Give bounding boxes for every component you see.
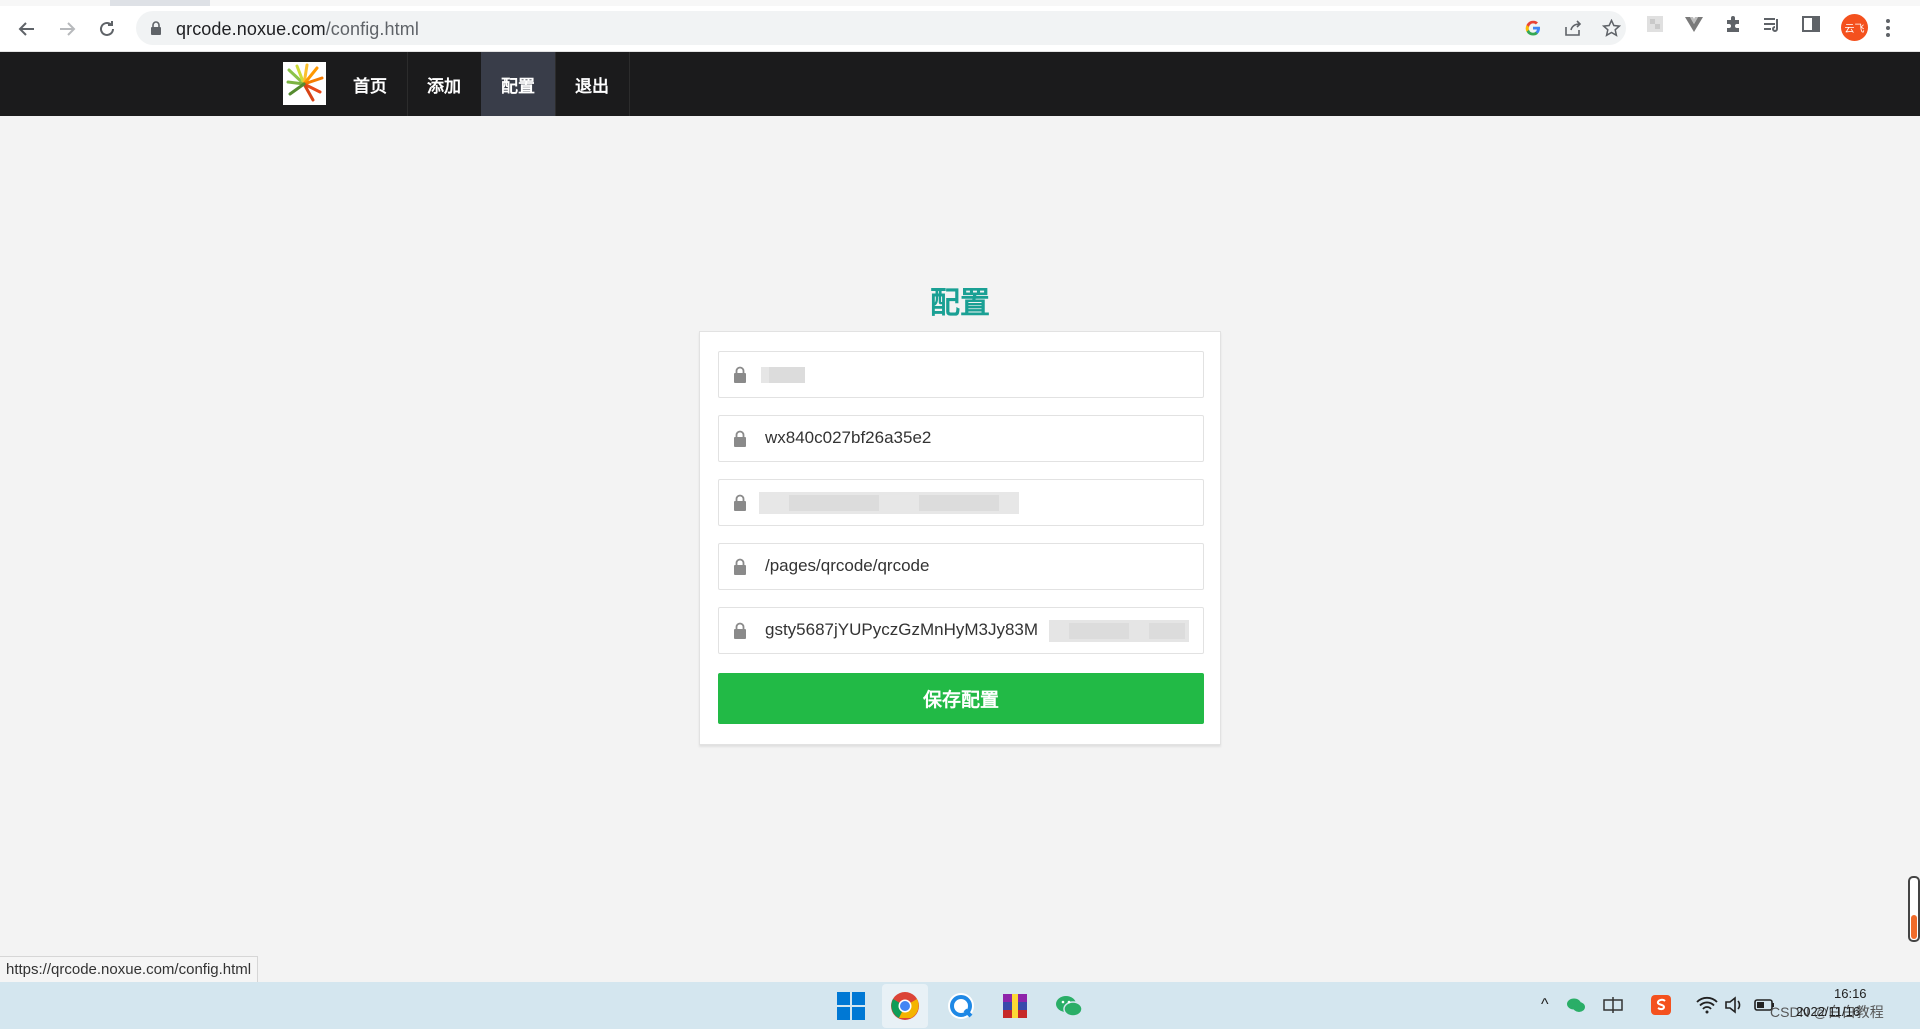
winrar-icon[interactable]	[1000, 991, 1030, 1021]
address-bar[interactable]: qrcode.noxue.com/config.html	[136, 11, 1626, 45]
url-text: qrcode.noxue.com/config.html	[176, 19, 419, 39]
chrome-icon[interactable]	[890, 991, 920, 1021]
more-menu-icon[interactable]	[1886, 19, 1890, 40]
config-form: wx840c027bf26a35e2 /pages/qrcode/qrcode …	[699, 331, 1221, 745]
extension-icon[interactable]	[1645, 14, 1665, 39]
redacted-mask	[1069, 623, 1129, 639]
clock-time[interactable]: 16:16	[1834, 986, 1867, 1001]
reload-icon[interactable]	[92, 14, 122, 44]
lock-icon	[733, 366, 747, 388]
save-config-button[interactable]: 保存配置	[718, 673, 1204, 724]
input-method-icon[interactable]	[1602, 995, 1624, 1015]
redacted-mask	[919, 495, 999, 511]
status-link-preview: https://qrcode.noxue.com/config.html	[0, 956, 259, 984]
qq-browser-icon[interactable]	[946, 991, 976, 1021]
puzzle-icon[interactable]	[1723, 14, 1743, 39]
page-title: 配置	[930, 287, 990, 320]
profile-avatar[interactable]: 云飞	[1841, 14, 1868, 41]
tray-wechat-icon[interactable]	[1566, 995, 1586, 1015]
config-field-5[interactable]: gsty5687jYUPyczGzMnHyM3Jy83M	[718, 607, 1204, 654]
lock-icon	[733, 558, 747, 580]
os-taskbar: ^ CSDN @白白教程 16:16 2022/11/16	[0, 982, 1920, 1029]
nav-logout[interactable]: 退出	[555, 52, 630, 116]
vue-devtools-icon[interactable]	[1684, 14, 1704, 39]
lock-icon	[150, 21, 162, 40]
nav-add[interactable]: 添加	[407, 52, 482, 116]
nav-home[interactable]: 首页	[333, 52, 408, 116]
nav-config[interactable]: 配置	[481, 52, 556, 116]
clock-date[interactable]: 2022/11/16	[1796, 1004, 1860, 1019]
redacted-mask	[769, 367, 805, 383]
field-value: /pages/qrcode/qrcode	[765, 556, 930, 575]
sogou-input-icon[interactable]	[1650, 994, 1672, 1016]
config-field-4[interactable]: /pages/qrcode/qrcode	[718, 543, 1204, 590]
browser-toolbar: qrcode.noxue.com/config.html 云飞	[0, 6, 1920, 52]
redacted-mask	[789, 495, 879, 511]
lock-icon	[733, 622, 747, 644]
tray-expand-icon[interactable]: ^	[1541, 996, 1549, 1014]
windows-start-icon[interactable]	[836, 991, 866, 1021]
back-icon[interactable]	[12, 14, 42, 44]
wechat-icon[interactable]	[1054, 991, 1084, 1021]
bookmark-star-icon[interactable]	[1601, 18, 1622, 42]
wifi-icon[interactable]	[1696, 996, 1718, 1014]
config-field-2[interactable]: wx840c027bf26a35e2	[718, 415, 1204, 462]
lock-icon	[733, 494, 747, 516]
reading-list-icon[interactable]	[1762, 14, 1782, 39]
lock-icon	[733, 430, 747, 452]
field-value: wx840c027bf26a35e2	[765, 428, 932, 447]
site-logo[interactable]	[283, 62, 326, 105]
share-icon[interactable]	[1563, 19, 1583, 42]
redacted-mask	[1149, 623, 1185, 639]
page-scroll-indicator[interactable]	[1908, 876, 1920, 942]
config-field-3[interactable]	[718, 479, 1204, 526]
volume-icon[interactable]	[1724, 996, 1746, 1014]
side-panel-icon[interactable]	[1801, 14, 1821, 39]
google-icon[interactable]	[1524, 19, 1542, 42]
site-header: 首页 添加 配置 退出	[0, 52, 1920, 116]
config-field-1[interactable]	[718, 351, 1204, 398]
forward-icon[interactable]	[52, 14, 82, 44]
field-value: gsty5687jYUPyczGzMnHyM3Jy83M	[765, 620, 1039, 639]
